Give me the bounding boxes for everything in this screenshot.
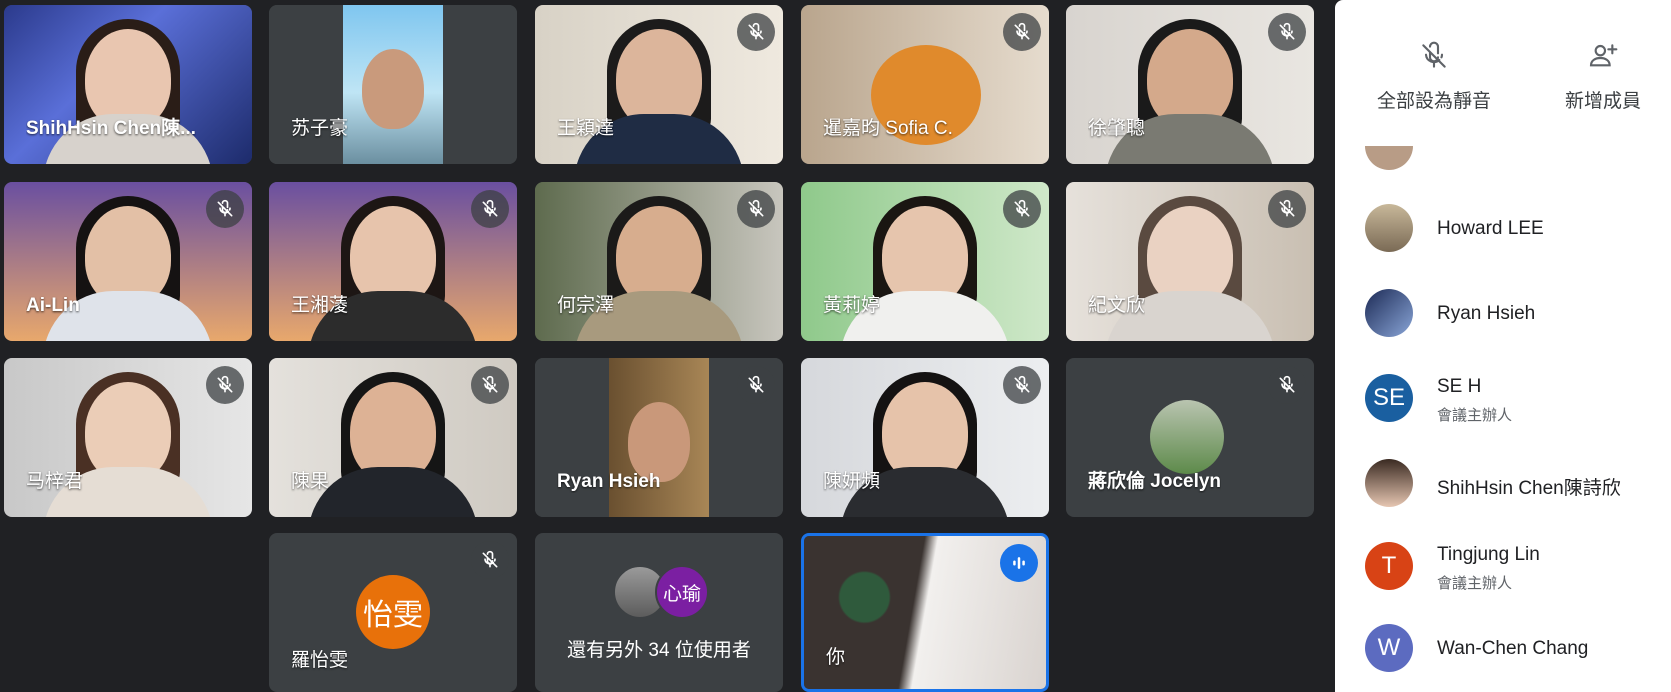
- participant-tile[interactable]: 马梓君: [4, 358, 252, 517]
- participant-name: ShihHsin Chen陳...: [26, 118, 196, 139]
- participant-name: 蔣欣倫 Jocelyn: [1088, 471, 1222, 492]
- participant-name: 陳果: [291, 471, 330, 492]
- participant-name: Tingjung Lin: [1437, 544, 1540, 565]
- participant-name: 黃莉婷: [823, 295, 881, 316]
- avatar: 心瑜: [655, 565, 709, 619]
- participant-role: 會議主辦人: [1437, 575, 1513, 592]
- more-participants-label: 還有另外 34 位使用者: [567, 640, 751, 661]
- avatar: T: [1365, 542, 1413, 590]
- mic-off-icon: [206, 190, 244, 228]
- mute-all-button[interactable]: 全部設為靜音: [1359, 40, 1509, 113]
- avatar: [1150, 400, 1224, 474]
- participant-tile[interactable]: 紀文欣: [1066, 182, 1314, 341]
- participant-list-item[interactable]: T Tingjung Lin 會議主辦人: [1365, 536, 1665, 596]
- participant-tile[interactable]: 王湘蓤: [269, 182, 517, 341]
- avatar: [1365, 289, 1413, 337]
- participant-name: Howard LEE: [1437, 218, 1544, 239]
- participant-name: Ai-Lin: [26, 295, 80, 316]
- participant-tile[interactable]: 何宗澤: [535, 182, 783, 341]
- mic-off-icon: [471, 366, 509, 404]
- participant-tile[interactable]: 陳果: [269, 358, 517, 517]
- participant-list-item[interactable]: ShihHsin Chen陳詩欣: [1365, 453, 1665, 513]
- add-people-button[interactable]: 新增成員: [1528, 40, 1671, 113]
- mic-off-icon: [1268, 13, 1306, 51]
- avatar: [1365, 204, 1413, 252]
- participant-role: 會議主辦人: [1437, 407, 1513, 424]
- mic-off-icon: [206, 366, 244, 404]
- participant-tile[interactable]: 徐肇聰: [1066, 5, 1314, 164]
- participant-name: 苏子豪: [291, 118, 349, 139]
- participant-tile[interactable]: 黃莉婷: [801, 182, 1049, 341]
- mic-off-icon: [737, 366, 775, 404]
- participant-tile[interactable]: 陳妍頻: [801, 358, 1049, 517]
- avatar: [1365, 146, 1413, 170]
- mic-off-icon: [1003, 13, 1041, 51]
- participant-name: 王穎達: [557, 118, 615, 139]
- participant-name: Wan-Chen Chang: [1437, 638, 1589, 659]
- participant-list-item[interactable]: SE SE H 會議主辦人: [1365, 368, 1665, 428]
- participant-tile[interactable]: ShihHsin Chen陳...: [4, 5, 252, 164]
- mute-all-label: 全部設為靜音: [1376, 91, 1491, 112]
- participant-list-item[interactable]: Howard LEE: [1365, 198, 1665, 258]
- participant-tile[interactable]: Ai-Lin: [4, 182, 252, 341]
- mic-off-icon: [1268, 366, 1306, 404]
- participant-name: 羅怡雯: [291, 650, 349, 671]
- avatar: W: [1365, 624, 1413, 672]
- people-panel: 全部設為靜音 新增成員 Howard LEE Ryan Hsieh SE SE …: [1335, 0, 1671, 692]
- participant-tile[interactable]: 苏子豪: [269, 5, 517, 164]
- participant-tile[interactable]: 暹嘉昀 Sofia C.: [801, 5, 1049, 164]
- participant-name: 徐肇聰: [1088, 118, 1146, 139]
- mic-off-icon: [1003, 366, 1041, 404]
- person-add-icon: [1589, 44, 1618, 67]
- add-people-label: 新增成員: [1564, 91, 1641, 112]
- participant-name: ShihHsin Chen陳詩欣: [1437, 478, 1621, 499]
- video-grid: ShihHsin Chen陳... 苏子豪 王穎達 暹嘉昀 Sofia C. 徐…: [0, 0, 1335, 692]
- participant-tile[interactable]: 蔣欣倫 Jocelyn: [1066, 358, 1314, 517]
- avatar: SE: [1365, 374, 1413, 422]
- more-participants-tile[interactable]: 心瑜 還有另外 34 位使用者: [535, 533, 783, 692]
- participant-name: 紀文欣: [1088, 295, 1146, 316]
- participant-list-item[interactable]: W Wan-Chen Chang: [1365, 618, 1665, 678]
- mic-off-icon: [471, 190, 509, 228]
- participant-tile[interactable]: 怡雯 羅怡雯: [269, 533, 517, 692]
- participant-name: SE H: [1437, 376, 1482, 397]
- speaking-indicator-icon: [1000, 544, 1038, 582]
- mic-off-icon: [1003, 190, 1041, 228]
- participant-name: 暹嘉昀 Sofia C.: [823, 118, 953, 139]
- participant-name: Ryan Hsieh: [557, 471, 661, 492]
- participant-name: 马梓君: [26, 471, 84, 492]
- participant-name: Ryan Hsieh: [1437, 303, 1536, 324]
- participant-name: 你: [826, 647, 846, 668]
- participant-list-item[interactable]: Ryan Hsieh: [1365, 283, 1665, 343]
- mic-off-icon: [471, 541, 509, 579]
- avatar: 怡雯: [356, 575, 430, 649]
- self-tile[interactable]: 你: [801, 533, 1049, 692]
- participant-name: 王湘蓤: [291, 295, 349, 316]
- avatar: [1365, 459, 1413, 507]
- mic-off-icon: [737, 190, 775, 228]
- mic-off-icon: [1422, 41, 1446, 68]
- participant-name: 何宗澤: [557, 295, 615, 316]
- mic-off-icon: [1268, 190, 1306, 228]
- mic-off-icon: [737, 13, 775, 51]
- participant-tile[interactable]: Ryan Hsieh: [535, 358, 783, 517]
- participant-tile[interactable]: 王穎達: [535, 5, 783, 164]
- participant-name: 陳妍頻: [823, 471, 881, 492]
